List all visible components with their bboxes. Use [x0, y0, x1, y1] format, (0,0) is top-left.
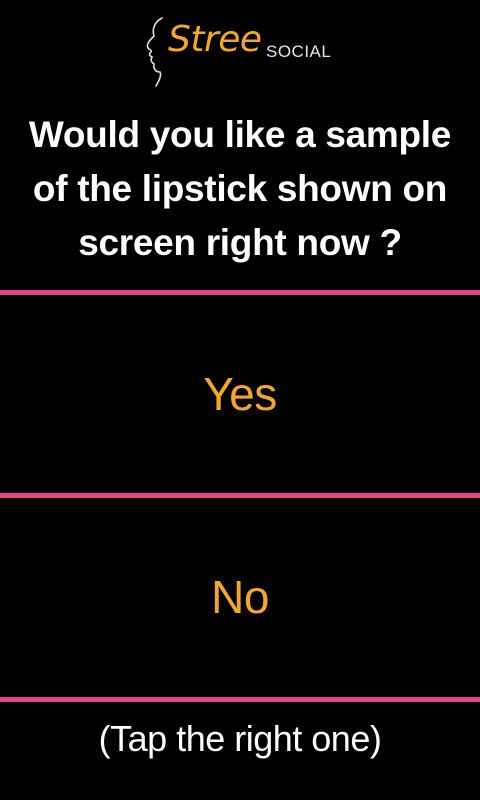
logo-sub-text: SOCIAL: [266, 42, 332, 61]
no-option-button[interactable]: No: [0, 498, 480, 696]
tap-hint: (Tap the right one): [98, 718, 382, 759]
face-profile-icon: [146, 17, 163, 87]
question-text: Would you like a sample of the lipstick …: [28, 114, 452, 263]
divider: [0, 697, 480, 702]
stree-social-logo: Stree SOCIAL: [140, 14, 350, 87]
no-option-label: No: [211, 571, 269, 623]
yes-option-button[interactable]: Yes: [0, 295, 480, 493]
yes-option-label: Yes: [203, 368, 277, 420]
header: Stree SOCIAL: [0, 0, 480, 100]
logo-brand-text: Stree: [168, 19, 262, 60]
